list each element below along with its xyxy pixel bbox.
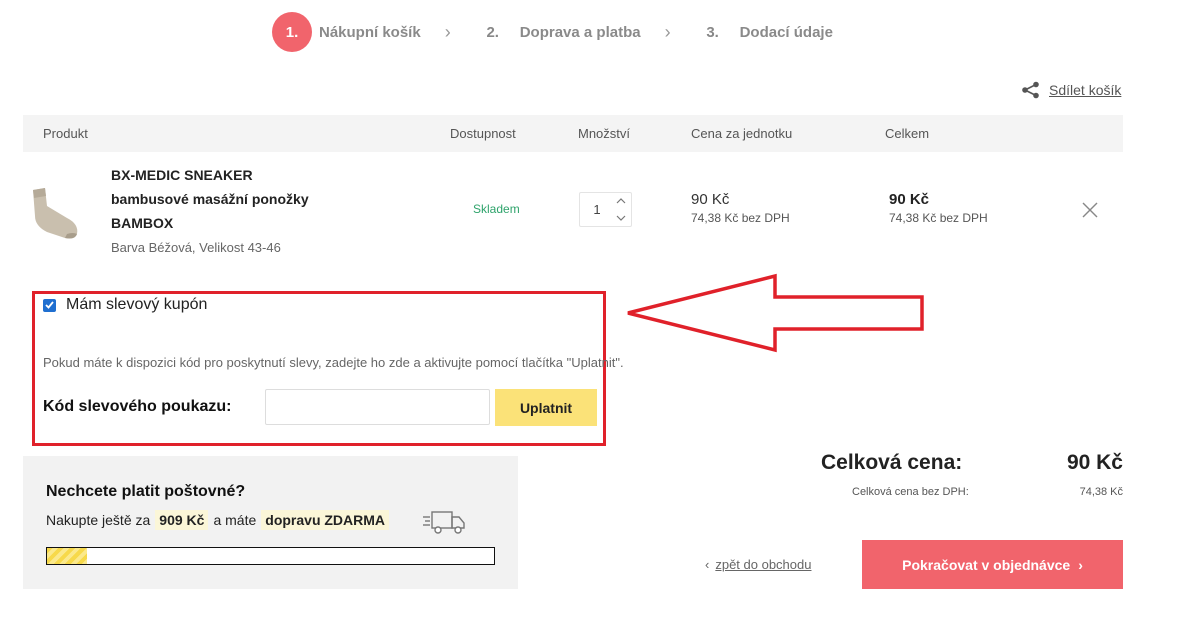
back-to-shop-label: zpět do obchodu (715, 557, 812, 572)
step-label: Dodací údaje (739, 23, 833, 41)
coupon-field-label: Kód slevového poukazu: (43, 398, 232, 415)
chevron-right-icon: › (664, 21, 671, 42)
cart-table-header: Produkt Dostupnost Množství Cena za jedn… (23, 115, 1123, 152)
total-price-value: 90 Kč (1066, 451, 1123, 474)
step-delivery-details[interactable]: 3. Dodací údaje (692, 12, 833, 52)
step-label: Nákupní košík (319, 23, 421, 41)
total-price-label: Celková cena: (821, 451, 963, 474)
product-name[interactable]: BX-MEDIC SNEAKER bambusové masážní ponož… (111, 163, 311, 235)
step-cart[interactable]: 1. Nákupní košík (272, 12, 421, 52)
checkout-steps: 1. Nákupní košík › 2. Doprava a platba ›… (272, 12, 833, 52)
step-label: Doprava a platba (519, 23, 641, 41)
coupon-checkbox-label[interactable]: Mám slevový kupón (66, 296, 207, 314)
coupon-hint: Pokud máte k dispozici kód pro poskytnut… (43, 355, 624, 370)
total-net-label: Celková cena bez DPH: (852, 486, 969, 498)
close-icon[interactable] (1080, 200, 1100, 220)
share-cart-label: Sdílet košík (1049, 82, 1122, 98)
truck-icon (423, 511, 465, 534)
header-quantity: Množství (578, 126, 631, 141)
unit-price: 90 Kč (691, 191, 730, 208)
chevron-left-icon: ‹ (705, 557, 710, 572)
row-total-price: 90 Kč (889, 191, 930, 208)
total-net-value: 74,38 Kč (1079, 486, 1123, 498)
free-shipping-progress (46, 547, 495, 565)
chevron-up-icon[interactable] (613, 193, 629, 209)
step-shipping-payment[interactable]: 2. Doprava a platba (472, 12, 641, 52)
free-shipping-progress-fill (47, 548, 88, 564)
back-to-shop-link[interactable]: ‹ zpět do obchodu (705, 557, 811, 572)
step-number: 2. (472, 12, 513, 52)
coupon-code-input[interactable] (265, 389, 490, 425)
header-product: Produkt (43, 126, 88, 141)
product-image[interactable] (27, 182, 83, 242)
free-shipping-title: Nechcete platit poštovné? (46, 483, 246, 500)
share-cart-link[interactable]: Sdílet košík (1021, 81, 1121, 99)
free-shipping-text-before: Nakupte ještě za (46, 512, 151, 528)
free-shipping-text: Nakupte ještě za 909 Kč a máte dopravu Z… (46, 510, 394, 530)
header-total: Celkem (885, 126, 930, 141)
product-variant: Barva Béžová, Velikost 43-46 (111, 240, 281, 255)
chevron-right-icon: › (444, 21, 451, 42)
row-total-net: 74,38 Kč bez DPH (889, 211, 988, 225)
share-icon (1022, 81, 1039, 99)
free-shipping-amount: 909 Kč (155, 510, 209, 530)
header-unit-price: Cena za jednotku (691, 126, 793, 141)
quantity-value[interactable]: 1 (580, 202, 614, 217)
checkbox-checked-icon[interactable] (43, 298, 56, 312)
availability-status: Skladem (473, 202, 520, 216)
chevron-down-icon[interactable] (613, 210, 629, 226)
unit-price-net: 74,38 Kč bez DPH (691, 211, 790, 225)
step-number: 1. (272, 12, 312, 52)
quantity-stepper[interactable]: 1 (579, 192, 632, 227)
step-number: 3. (692, 12, 733, 52)
free-shipping-text-middle: a máte (213, 512, 257, 528)
continue-order-label: Pokračovat v objednávce (902, 556, 1071, 573)
continue-order-button[interactable]: Pokračovat v objednávce › (862, 540, 1123, 589)
annotation-arrow-icon (627, 273, 924, 353)
free-shipping-label: dopravu ZDARMA (261, 510, 390, 530)
coupon-checkbox[interactable]: Mám slevový kupón (43, 296, 207, 314)
chevron-right-icon: › (1078, 556, 1083, 573)
header-availability: Dostupnost (450, 126, 516, 141)
apply-coupon-button[interactable]: Uplatnit (495, 389, 597, 426)
